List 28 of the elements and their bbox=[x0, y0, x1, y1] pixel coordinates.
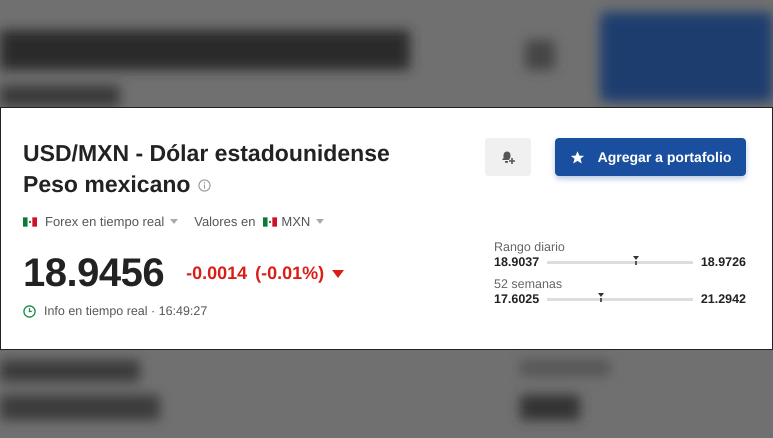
caret-icon bbox=[316, 219, 324, 224]
values-label: Valores en bbox=[194, 214, 256, 229]
clock-icon bbox=[23, 304, 36, 318]
price-change-percent: (-0.01%) bbox=[255, 263, 324, 284]
range-low: 17.6025 bbox=[494, 292, 540, 306]
bell-plus-icon bbox=[500, 149, 516, 165]
down-triangle-icon bbox=[332, 270, 344, 278]
range-high: 18.9726 bbox=[700, 255, 746, 269]
realtime-status: Info en tiempo real · 16:49:27 bbox=[44, 304, 208, 318]
info-icon[interactable] bbox=[198, 179, 212, 192]
range-label: 52 semanas bbox=[494, 277, 564, 291]
flag-icon bbox=[23, 216, 37, 226]
currency-dropdown[interactable]: MXN bbox=[281, 214, 324, 229]
add-to-portfolio-button[interactable]: Agregar a portafolio bbox=[555, 138, 746, 176]
caret-icon bbox=[170, 219, 178, 224]
price-value: 18.9456 bbox=[23, 251, 164, 296]
price-change: -0.0014 bbox=[186, 263, 248, 284]
range-low: 18.9037 bbox=[494, 255, 540, 269]
blurred-icon bbox=[525, 40, 555, 70]
range-high: 21.2942 bbox=[700, 292, 746, 306]
star-icon bbox=[570, 150, 585, 164]
blurred-text bbox=[520, 395, 580, 420]
instrument-title: USD/MXN - Dólar estadounidense bbox=[23, 139, 390, 168]
market-dropdown[interactable]: Forex en tiempo real bbox=[45, 214, 178, 229]
range-label: Rango diario bbox=[494, 240, 566, 254]
flag-icon bbox=[263, 216, 278, 226]
add-alert-button[interactable] bbox=[485, 138, 531, 176]
instrument-subtitle: Peso mexicano bbox=[23, 170, 190, 199]
